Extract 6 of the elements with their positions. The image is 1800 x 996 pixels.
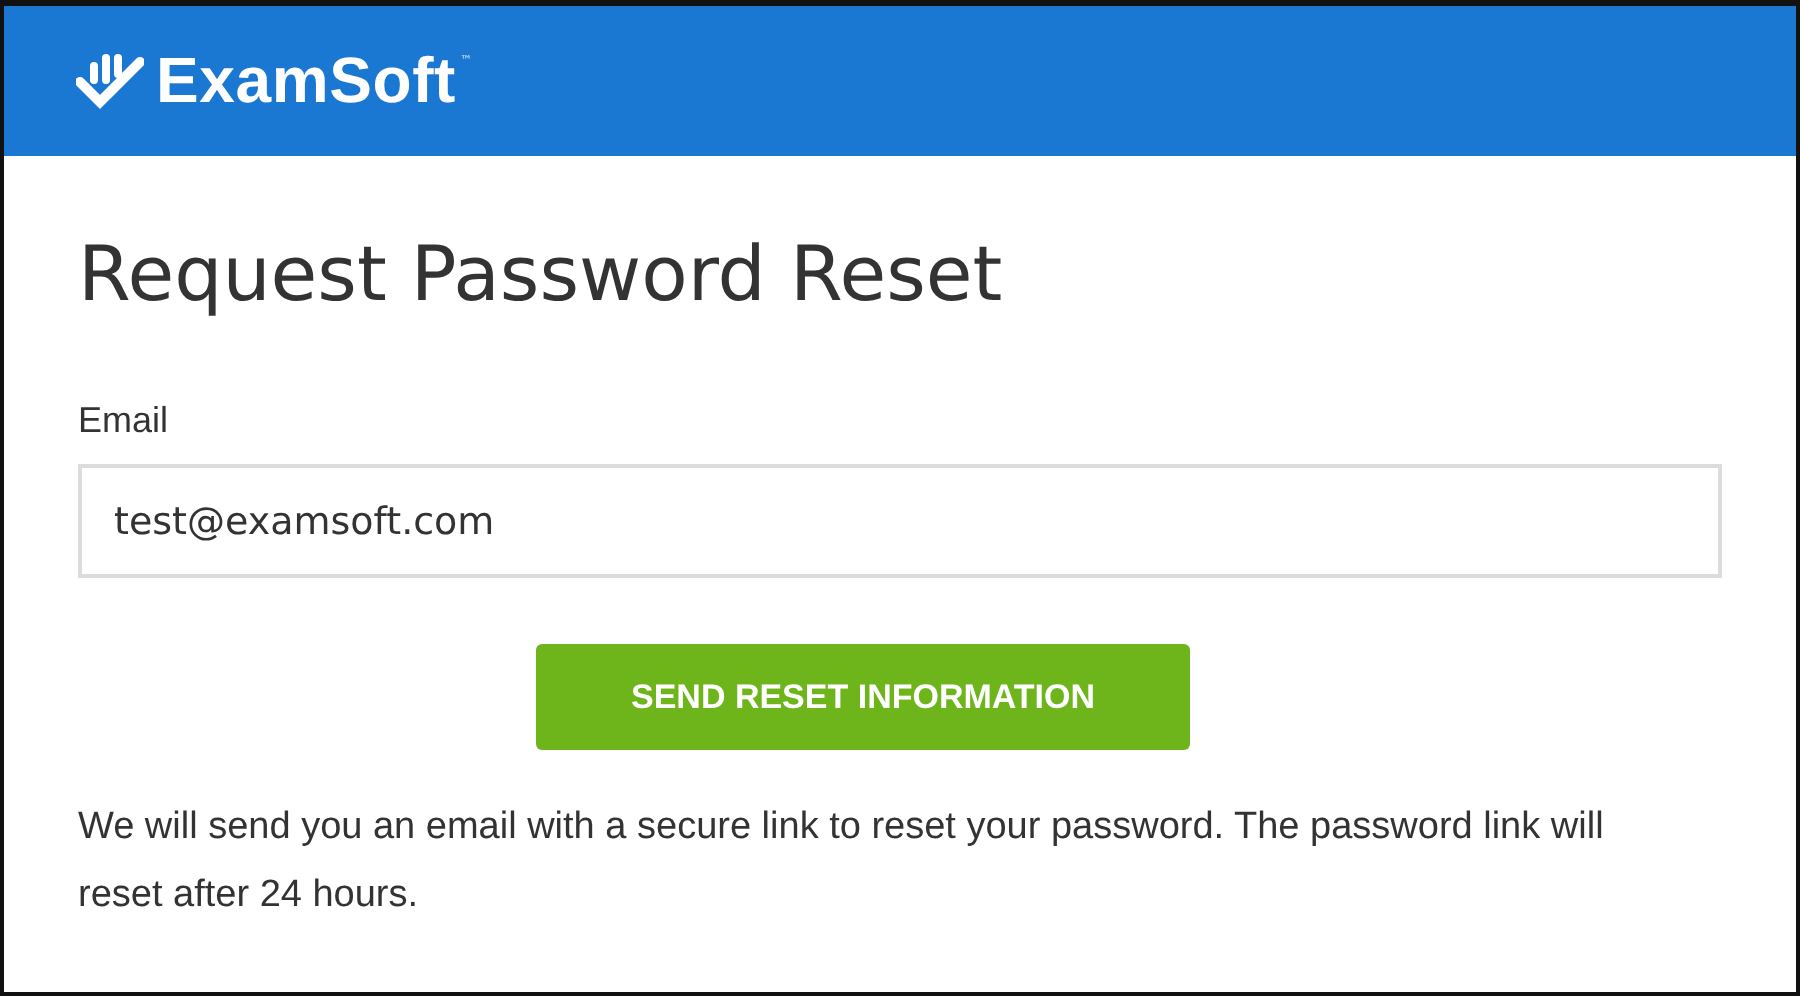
brand-name: ExamSoft <box>156 44 456 118</box>
email-label: Email <box>78 400 171 442</box>
email-input-field[interactable]: test@examsoft.com <box>78 464 1722 578</box>
info-text: We will send you an email with a secure link to reset your password. The password link will reset after 24 hours. <box>78 804 1606 920</box>
page-title: Request Password Reset <box>78 236 1005 312</box>
checkmark-logo-icon <box>76 53 144 109</box>
